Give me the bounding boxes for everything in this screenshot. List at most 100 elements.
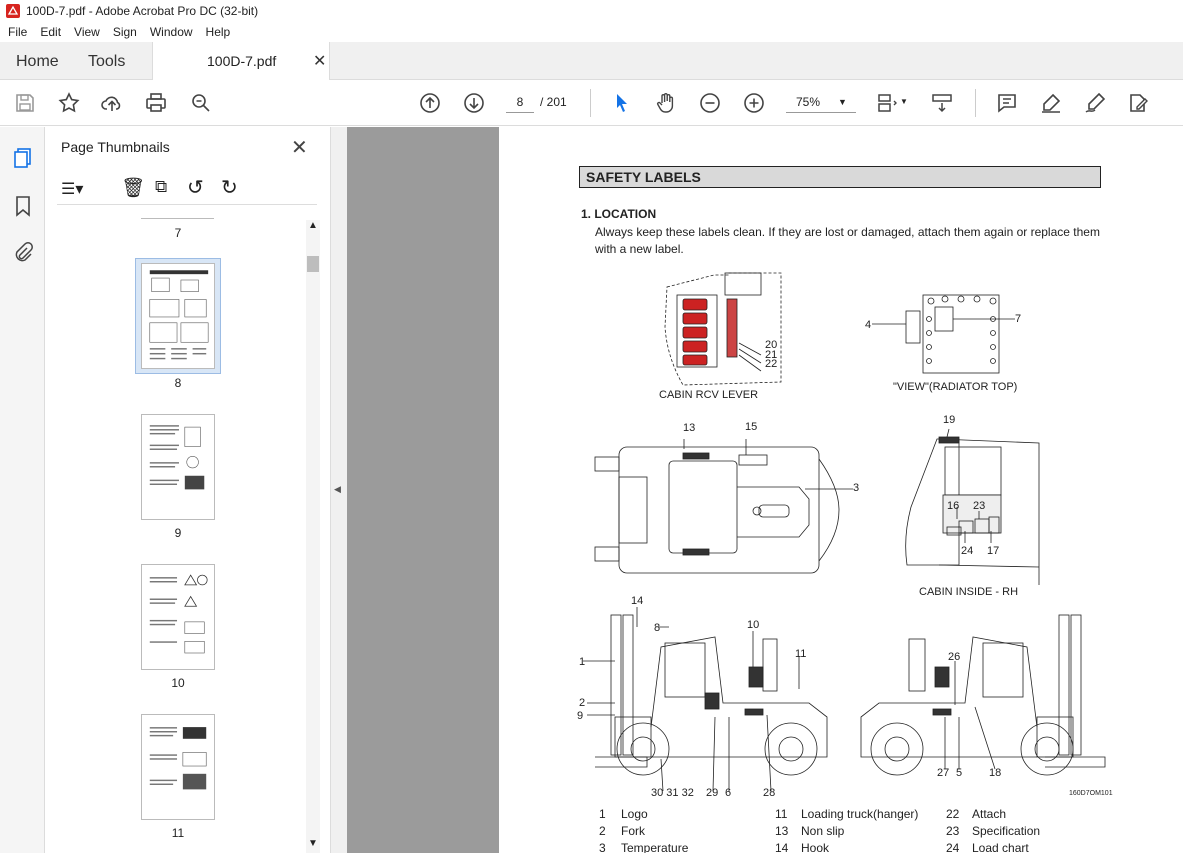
menu-edit[interactable]: Edit (32, 25, 66, 39)
select-cursor-icon[interactable] (610, 91, 634, 115)
scroll-up-icon[interactable]: ▲ (308, 220, 318, 231)
highlight-pen-icon[interactable] (1039, 91, 1063, 115)
bookmark-star-icon[interactable] (57, 91, 81, 115)
thumbnail-label-7: 7 (174, 226, 182, 240)
acrobat-logo-icon (6, 4, 20, 18)
menu-help[interactable]: Help (198, 25, 236, 39)
menu-file[interactable]: File (0, 25, 32, 39)
callout-27: 27 (937, 767, 950, 779)
legend-text: Attach (972, 807, 1007, 821)
next-page-icon[interactable] (462, 91, 486, 115)
attachments-paperclip-icon[interactable] (12, 241, 34, 263)
callout-16: 16 (947, 500, 960, 512)
legend-number: 13 (775, 824, 789, 838)
tab-tools[interactable]: Tools (88, 53, 125, 71)
legend-text: Loading truck(hanger) (801, 807, 919, 821)
thumbnail-label-9: 9 (174, 526, 182, 540)
callout-5: 5 (956, 767, 963, 779)
save-icon[interactable] (13, 91, 37, 115)
page-thumbnails-icon[interactable] (12, 147, 34, 169)
comment-icon[interactable] (995, 91, 1019, 115)
callout-17: 17 (987, 545, 1000, 557)
caption-radiator-top: "VIEW"(RADIATOR TOP) (893, 381, 1018, 393)
callout-10: 10 (747, 619, 760, 631)
callout-1: 1 (579, 656, 586, 668)
legend-number: 3 (599, 841, 606, 853)
menu-sign[interactable]: Sign (105, 25, 142, 39)
callout-7: 7 (1015, 313, 1022, 325)
menu-window[interactable]: Window (142, 25, 198, 39)
callout-22: 22 (765, 358, 778, 370)
zoom-level-value: 75% (796, 95, 821, 109)
chevron-down-icon[interactable]: ▼ (900, 97, 908, 106)
close-panel-icon[interactable]: ✕ (291, 135, 308, 160)
close-tab-icon[interactable]: ✕ (313, 51, 326, 71)
bookmarks-icon[interactable] (13, 195, 33, 217)
callout-15: 15 (745, 421, 758, 433)
draw-sign-icon[interactable] (1083, 91, 1107, 115)
rotate-right-icon[interactable]: ↻ (221, 175, 238, 200)
drawing-code: 160D7OM101 (1069, 790, 1113, 797)
legend-number: 11 (775, 807, 788, 821)
toolbar-separator (975, 89, 976, 117)
callout-29: 29 (706, 787, 719, 799)
previous-page-icon[interactable] (418, 91, 442, 115)
thumbnails-scrollbar[interactable]: ▲ ▼ (306, 220, 320, 853)
callout-26: 26 (948, 651, 961, 663)
legend-text: Specification (972, 824, 1041, 838)
callout-30-31-32: 30 31 32 (651, 787, 694, 799)
title-bar: 100D-7.pdf - Adobe Acrobat Pro DC (32-bi… (0, 0, 1183, 22)
callout-28: 28 (763, 787, 776, 799)
caption-cabin-inside-rh: CABIN INSIDE - RH (919, 586, 1019, 598)
callout-9: 9 (577, 710, 584, 722)
callout-23: 23 (973, 500, 986, 512)
callout-19: 19 (943, 414, 956, 426)
tab-document[interactable]: 100D-7.pdf ✕ (152, 42, 330, 81)
page-fit-icon[interactable] (876, 91, 900, 115)
tab-home[interactable]: Home (16, 53, 59, 71)
legend-text: Temperature (621, 841, 689, 853)
thumbnail-page-9[interactable] (141, 414, 215, 520)
thumbnail-options-icon[interactable]: ☰▾ (61, 179, 83, 199)
window-title: 100D-7.pdf - Adobe Acrobat Pro DC (32-bi… (26, 4, 259, 18)
hand-tool-icon[interactable] (654, 91, 678, 115)
page-number-input[interactable]: 8 (506, 91, 534, 113)
rotate-left-icon[interactable]: ↺ (187, 175, 204, 200)
thumbnail-page-11[interactable] (141, 714, 215, 820)
panel-splitter[interactable]: ◀ (330, 127, 347, 853)
callout-18: 18 (989, 767, 1002, 779)
callout-8: 8 (654, 622, 661, 634)
extract-page-icon[interactable]: ⧉ (155, 177, 167, 197)
callout-6: 6 (725, 787, 732, 799)
collapse-panel-icon[interactable]: ◀ (334, 484, 341, 495)
toolbar-separator (590, 89, 591, 117)
thumbnail-page-8[interactable] (141, 263, 215, 369)
panel-title: Page Thumbnails (61, 139, 170, 155)
upload-cloud-icon[interactable] (100, 91, 124, 115)
caption-cabin-rcv-lever: CABIN RCV LEVER (659, 389, 759, 401)
legend-text: Hook (801, 841, 830, 853)
callout-2: 2 (579, 697, 586, 709)
callout-11: 11 (795, 648, 807, 660)
legend-text: Fork (621, 824, 645, 838)
legend-number: 2 (599, 824, 606, 838)
thumbnail-page-7-edge (141, 218, 214, 219)
legend-number: 22 (946, 807, 960, 821)
zoom-out-icon[interactable] (698, 91, 722, 115)
thumbnail-page-10[interactable] (141, 564, 215, 670)
callout-4: 4 (865, 319, 872, 331)
zoom-search-icon[interactable] (189, 91, 213, 115)
delete-page-icon[interactable]: 🗑 (121, 176, 145, 200)
scrollbar-thumb[interactable] (307, 256, 319, 272)
thumbnail-label-8: 8 (174, 376, 182, 390)
scroll-mode-icon[interactable] (930, 91, 954, 115)
legend-text: Non slip (801, 824, 845, 838)
print-icon[interactable] (144, 91, 168, 115)
zoom-in-icon[interactable] (742, 91, 766, 115)
document-view[interactable]: SAFETY LABELS 1. LOCATION Always keep th… (347, 127, 1183, 853)
zoom-level-select[interactable]: 75% ▼ (786, 91, 856, 113)
legend-text: Logo (621, 807, 648, 821)
scroll-down-icon[interactable]: ▼ (308, 838, 318, 849)
menu-view[interactable]: View (66, 25, 105, 39)
fill-sign-icon[interactable] (1126, 91, 1150, 115)
